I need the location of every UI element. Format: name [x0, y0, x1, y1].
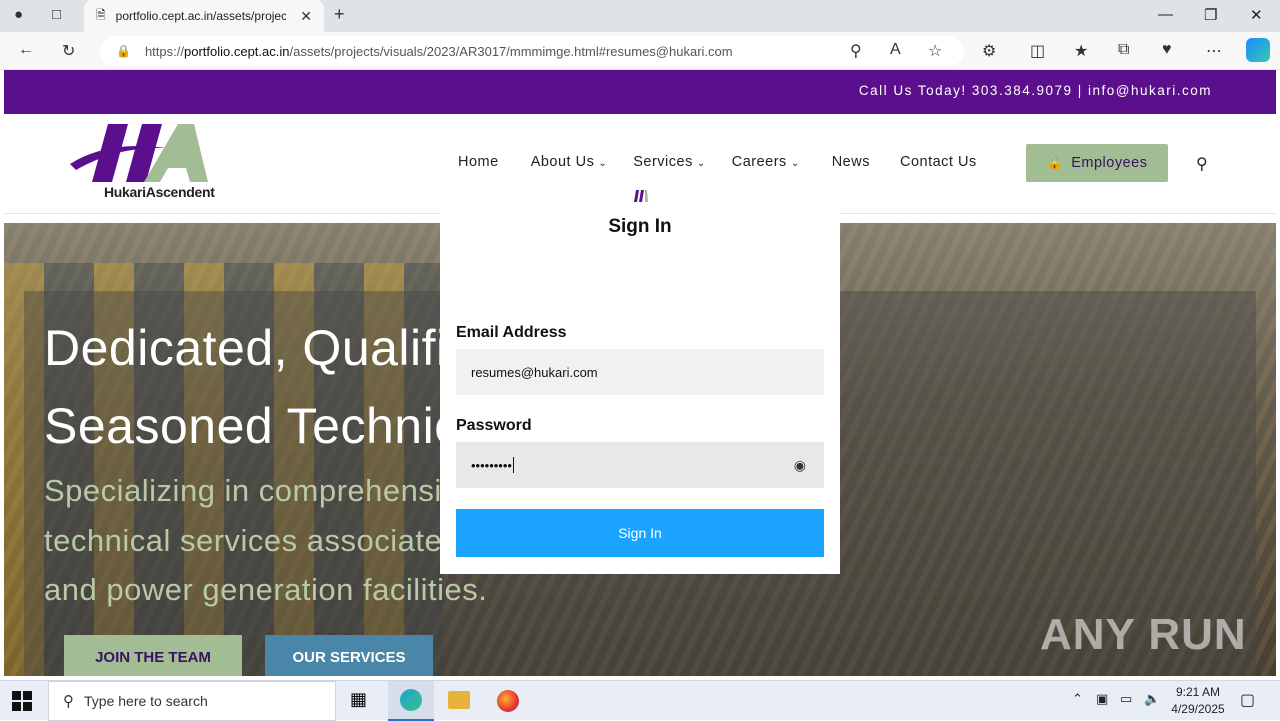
search-icon: ⚲: [63, 693, 74, 710]
contact-info: Call Us Today! 303.384.9079 | info@hukar…: [858, 83, 1212, 98]
windows-start-icon[interactable]: [12, 691, 32, 711]
modal-title: Sign In: [608, 216, 672, 237]
password-value: •••••••••: [471, 457, 512, 473]
restore-icon[interactable]: ❐: [1204, 6, 1217, 24]
chevron-up-icon[interactable]: ⌃: [1072, 691, 1083, 707]
extensions-icon[interactable]: ⚙: [982, 41, 996, 61]
url-field[interactable]: 🔒 https://portfolio.cept.ac.in/assets/pr…: [100, 36, 964, 66]
edge-taskbar-button[interactable]: [388, 681, 434, 721]
minimize-icon[interactable]: —: [1158, 6, 1173, 23]
employees-button[interactable]: 🔒 Employees: [1026, 144, 1168, 182]
page-icon: 🗎: [96, 7, 106, 22]
sign-in-button[interactable]: Sign In: [456, 509, 824, 557]
url-domain: portfolio.cept.ac.in: [183, 43, 290, 59]
search-icon[interactable]: ⚲: [1196, 154, 1208, 174]
sign-in-modal: Sign In Email Address resumes@hukari.com…: [440, 182, 840, 574]
anyrun-watermark: ANY RUN: [1040, 610, 1247, 659]
tab-actions-icon[interactable]: □: [52, 6, 61, 23]
close-tab-icon[interactable]: ✕: [300, 8, 312, 25]
nav-careers[interactable]: Careers ⌄: [732, 154, 800, 170]
hero-subtext-line3: and power generation facilities.: [44, 572, 488, 607]
chevron-down-icon: ⌄: [790, 158, 800, 169]
password-label: Password: [456, 417, 532, 434]
show-password-eye-icon[interactable]: ◉: [794, 457, 806, 474]
nav-home[interactable]: Home: [458, 154, 499, 170]
nav-contact-label: Contact Us: [899, 154, 977, 170]
browser-tab[interactable]: 🗎 portfolio.cept.ac.in/assets/projec ✕: [84, 0, 324, 32]
nav-about-label: About Us: [530, 154, 595, 170]
tab-title: portfolio.cept.ac.in/assets/projec: [115, 9, 286, 23]
lock-icon: 🔒: [1046, 155, 1064, 170]
join-team-button[interactable]: JOIN THE TEAM: [64, 635, 242, 676]
nav-news-label: News: [831, 154, 870, 170]
employees-label: Employees: [1071, 155, 1148, 171]
nav-contact-us[interactable]: Contact Us: [900, 154, 977, 170]
collections-icon[interactable]: ⧉: [1118, 41, 1129, 59]
browser-tab-bar: ● □ 🗎 portfolio.cept.ac.in/assets/projec…: [0, 0, 1280, 32]
taskbar-search[interactable]: ⚲ Type here to search: [48, 681, 336, 721]
url-prefix: https://: [144, 43, 184, 59]
favorite-star-icon[interactable]: ☆: [928, 41, 942, 61]
chevron-down-icon: ⌄: [696, 158, 706, 169]
task-view-icon[interactable]: ▦: [350, 689, 367, 710]
edge-icon: [400, 689, 422, 711]
clock-date: 4/29/2025: [1171, 702, 1225, 716]
nav-about-us[interactable]: About Us ⌄: [531, 154, 608, 170]
key-icon[interactable]: ⚲: [850, 41, 862, 61]
contact-top-bar: Call Us Today! 303.384.9079 | info@hukar…: [4, 70, 1276, 114]
site-logo[interactable]: HukariAscendent: [68, 122, 215, 204]
modal-logo-icon: [634, 190, 648, 202]
nav-news[interactable]: News: [832, 154, 870, 170]
windows-taskbar: ⚲ Type here to search ▦ ⌃ ▣ ▭ 🔈 9:21 AM …: [0, 680, 1280, 721]
address-bar-row: ← ↻ 🔒 https://portfolio.cept.ac.in/asset…: [0, 32, 1280, 70]
back-icon[interactable]: ←: [18, 41, 34, 59]
monitor-icon[interactable]: ▭: [1120, 691, 1132, 707]
profile-icon[interactable]: ●: [14, 6, 23, 23]
file-explorer-icon[interactable]: [448, 691, 470, 709]
read-aloud-icon[interactable]: A: [890, 41, 901, 59]
close-window-icon[interactable]: ✕: [1250, 6, 1263, 24]
email-field[interactable]: resumes@hukari.com: [456, 349, 824, 395]
refresh-icon[interactable]: ↻: [62, 41, 75, 61]
performance-icon[interactable]: ♥: [1162, 41, 1172, 59]
lock-icon: 🔒: [116, 44, 131, 58]
hero-subtext-line2: technical services associated: [44, 523, 460, 558]
logo-text: HukariAscendent: [104, 184, 215, 200]
volume-icon[interactable]: 🔈: [1144, 691, 1160, 707]
text-cursor: [512, 457, 514, 473]
split-screen-icon[interactable]: ◫: [1030, 41, 1045, 61]
new-tab-icon[interactable]: +: [334, 4, 345, 25]
hero-subtext-line1: Specializing in comprehensive: [44, 473, 476, 508]
nav-careers-label: Careers: [731, 154, 787, 170]
url-path: /assets/projects/visuals/2023/AR3017/mmm…: [289, 43, 733, 59]
taskbar-search-placeholder: Type here to search: [84, 693, 208, 709]
main-nav: Home About Us ⌄ Services ⌄ Careers ⌄ News C…: [458, 154, 977, 170]
chevron-down-icon: ⌄: [598, 158, 608, 169]
firefox-icon[interactable]: [497, 690, 519, 712]
nav-services[interactable]: Services ⌄: [633, 154, 706, 170]
notifications-icon[interactable]: ▢: [1240, 690, 1255, 710]
hero-heading-line1: Dedicated, Qualified: [44, 320, 505, 376]
favorites-icon[interactable]: ★: [1074, 41, 1088, 61]
email-label: Email Address: [456, 324, 567, 341]
our-services-button[interactable]: OUR SERVICES: [265, 635, 433, 676]
nav-services-label: Services: [633, 154, 693, 170]
password-field[interactable]: ••••••••• ◉: [456, 442, 824, 488]
clock-time: 9:21 AM: [1175, 685, 1221, 699]
nav-home-label: Home: [458, 154, 499, 170]
system-clock[interactable]: 9:21 AM 4/29/2025: [1160, 684, 1236, 718]
network-icon[interactable]: ▣: [1096, 691, 1108, 707]
logo-mark-icon: [70, 124, 208, 182]
copilot-icon[interactable]: [1246, 38, 1270, 62]
more-menu-icon[interactable]: ⋯: [1206, 41, 1222, 61]
